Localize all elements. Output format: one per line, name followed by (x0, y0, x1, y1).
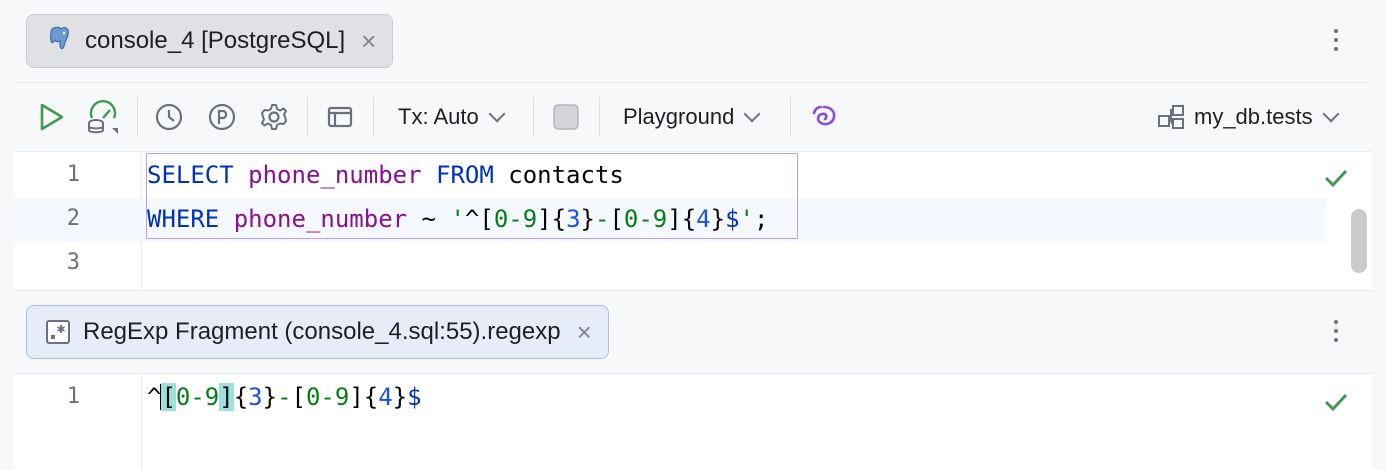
tab-label: console_4 [PostgreSQL] (85, 27, 346, 54)
injected-language-frame (146, 153, 798, 239)
transaction-mode-dropdown[interactable]: Tx: Auto (398, 83, 506, 151)
regexp-file-icon (46, 320, 70, 344)
checkmark-icon (1324, 393, 1348, 412)
parameters-button[interactable] (207, 83, 237, 151)
execute-button[interactable] (36, 83, 66, 151)
panel-layout-icon (327, 106, 353, 128)
code-line: 1 ^[0-9]{3}-[0-9]{4}$ (14, 376, 1326, 420)
datasource-selector[interactable]: my_db.tests (1156, 83, 1340, 151)
close-icon[interactable]: × (361, 28, 376, 54)
checkmark-icon (1324, 169, 1348, 188)
tab-label: RegExp Fragment (console_4.sql:55).regex… (83, 318, 561, 345)
ai-assistant-button[interactable] (808, 83, 840, 151)
chevron-down-icon (743, 105, 761, 123)
gear-icon (261, 104, 287, 130)
ai-swirl-icon (812, 105, 836, 126)
line-number: 2 (66, 206, 80, 231)
clock-icon (155, 103, 183, 131)
editor-panel: console_4 [PostgreSQL] × Tx: Auto Playgr… (14, 0, 1372, 470)
run-icon (40, 103, 64, 131)
line-number: 3 (66, 250, 80, 275)
query-toolbar: Tx: Auto Playground my_db.tests (14, 83, 1372, 152)
p-circle-icon (208, 103, 236, 131)
schema-icon (1158, 105, 1184, 129)
stop-icon (553, 104, 579, 130)
transaction-mode-label: Tx: Auto (398, 104, 479, 129)
stop-button[interactable] (552, 83, 580, 151)
playground-mode-label: Playground (623, 104, 735, 129)
more-options-icon[interactable] (1332, 29, 1340, 51)
tab-regexp-fragment[interactable]: RegExp Fragment (console_4.sql:55).regex… (26, 305, 609, 359)
chevron-down-icon (488, 105, 506, 123)
speedometer-db-icon (88, 100, 118, 134)
more-options-icon[interactable] (1332, 320, 1340, 342)
fragment-tab-bar: RegExp Fragment (console_4.sql:55).regex… (14, 291, 1372, 374)
editor-tab-bar: console_4 [PostgreSQL] × (14, 0, 1372, 83)
vertical-scrollbar[interactable] (1351, 209, 1367, 273)
chevron-down-icon (1322, 105, 1340, 123)
explain-plan-button[interactable] (84, 83, 122, 151)
playground-mode-dropdown[interactable]: Playground (623, 83, 761, 151)
tab-console-4[interactable]: console_4 [PostgreSQL] × (26, 14, 394, 68)
datasource-label: my_db.tests (1194, 104, 1313, 129)
line-number: 1 (66, 162, 80, 187)
postgresql-elephant-icon (45, 24, 73, 59)
regexp-text: ^[0-9]{3}-[0-9]{4}$ (147, 383, 422, 411)
line-number: 1 (66, 384, 80, 409)
close-icon[interactable]: × (577, 319, 592, 345)
code-line: 3 (14, 242, 1326, 286)
history-button[interactable] (154, 83, 184, 151)
layout-button[interactable] (325, 83, 355, 151)
settings-button[interactable] (259, 83, 289, 151)
